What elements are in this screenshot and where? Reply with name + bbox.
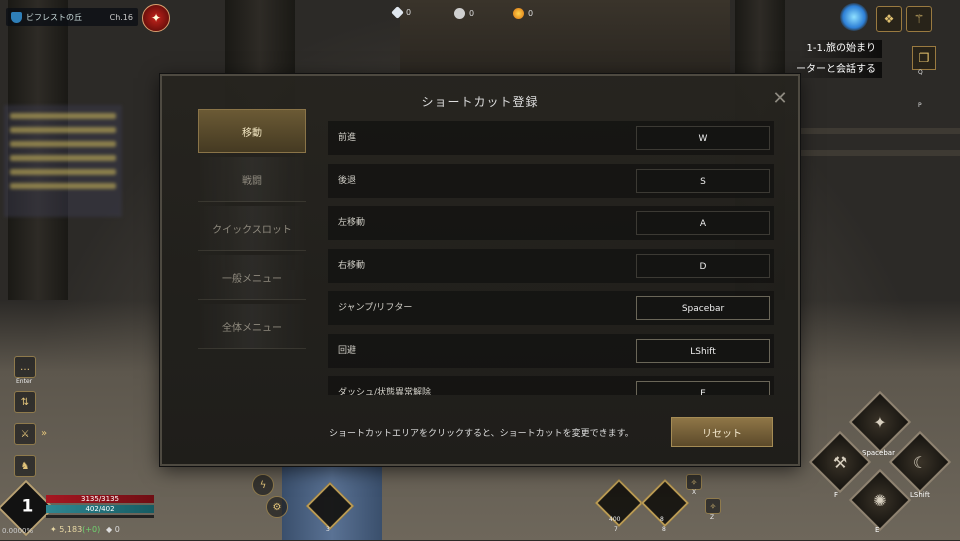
chat-bubble-icon[interactable]: … (14, 356, 36, 378)
side-key-label: Q (918, 69, 923, 76)
binding-row: 後退 S (328, 163, 774, 198)
action-label: ダッシュ/状態異常解除 (338, 388, 432, 395)
shortcut-key-field[interactable]: E (636, 381, 770, 395)
fence (800, 150, 960, 156)
lightning-icon[interactable]: ϟ (252, 474, 274, 496)
category-tabs: 移動 戦闘 クイックスロット 一般メニュー 全体メニュー (198, 109, 306, 353)
quest-log-icon[interactable]: ❐ (912, 46, 936, 70)
small-skill-icon[interactable]: ✧ (705, 498, 721, 514)
currency-value: 0 (528, 9, 534, 18)
silver-icon (454, 8, 465, 19)
fence (800, 128, 960, 134)
slot-key-label: 7 (614, 526, 618, 533)
shortcut-key-field[interactable]: D (636, 253, 770, 278)
slot-key-label: X (692, 489, 697, 496)
currency-value: 0 (469, 9, 475, 18)
skill-key-label: F (834, 491, 839, 499)
quest-title: 1-1.旅の始まり (800, 40, 882, 58)
exp-bar (46, 515, 154, 518)
binding-row: ジャンプ/リフター Spacebar (328, 291, 774, 325)
orb-icon[interactable] (840, 3, 868, 31)
action-label: 前進 (338, 133, 357, 143)
gold-delta: (+0) (82, 525, 101, 534)
slot-count-label: 400 (609, 516, 621, 523)
binding-row: 前進 W (328, 121, 774, 155)
mount-icon[interactable]: ♞ (14, 455, 36, 477)
shield-icon (11, 11, 22, 23)
shortcut-key-field[interactable]: S (636, 168, 770, 193)
shortcut-key-field[interactable]: W (636, 126, 770, 150)
binding-row: 回避 LShift (328, 333, 774, 368)
action-label: 回避 (338, 345, 357, 356)
beast-icon[interactable]: ❖ (876, 6, 902, 32)
currency-silver: 0 (454, 8, 474, 19)
action-label: 右移動 (338, 260, 366, 271)
exp-percent: 0.0000% (2, 527, 34, 535)
shortcut-key-field[interactable]: LShift (636, 338, 770, 363)
binding-row: 左移動 A (328, 206, 774, 240)
staff-icon[interactable]: ⚚ (906, 6, 932, 32)
skill-key-label: E (875, 526, 880, 534)
currency-diamond: 0 (391, 6, 412, 19)
gear-icon[interactable]: ⚙ (266, 496, 288, 518)
side-key-label: P (918, 102, 922, 109)
location-name: ビフレストの丘 (26, 12, 82, 22)
shortcut-key-field[interactable]: Spacebar (636, 296, 770, 320)
gold-amount: ✦ 5,183(+0) (50, 525, 101, 534)
mp-bar: 402/402 (46, 505, 154, 513)
quest-objective: ーターと会話する (790, 62, 882, 78)
action-label: 後退 (338, 175, 357, 186)
location-bar[interactable]: ビフレストの丘 Ch.16 (6, 8, 138, 26)
gem-amount: ◆ 0 (106, 525, 120, 534)
shortcut-settings-dialog: ショートカット登録 ✕ 移動 戦闘 クイックスロット 一般メニュー 全体メニュー… (160, 74, 800, 466)
tab-all-menu[interactable]: 全体メニュー (198, 304, 306, 349)
reset-button[interactable]: リセット (671, 417, 773, 447)
binding-list[interactable]: 前進 W 後退 S 左移動 A 右移動 D ジャンプ/リフター Spacebar… (328, 121, 774, 395)
slot-key-label: Z (710, 514, 715, 521)
shortcut-key-field[interactable]: A (636, 211, 770, 235)
emblem-icon[interactable]: ✦ (142, 4, 170, 32)
double-chevron-icon[interactable]: » (34, 423, 54, 443)
gold-value: 5,183 (59, 525, 83, 534)
action-label: 左移動 (338, 218, 366, 228)
tab-general-menu[interactable]: 一般メニュー (198, 255, 306, 300)
tab-combat[interactable]: 戦闘 (198, 157, 306, 202)
slot-key-label: 8 (662, 526, 666, 533)
scythe-icon: ☾ (912, 452, 928, 472)
axe-icon: ⚒ (832, 452, 848, 472)
chat-window[interactable] (4, 105, 122, 217)
tab-quick-slot[interactable]: クイックスロット (198, 206, 306, 251)
small-skill-icon[interactable]: ✧ (686, 474, 702, 490)
eagle-icon: ✦ (873, 412, 887, 432)
binding-row: 右移動 D (328, 248, 774, 283)
gem-value: 0 (114, 525, 120, 534)
close-icon[interactable]: ✕ (772, 90, 788, 108)
slot-key-label: 3 (326, 526, 330, 533)
arrows-icon[interactable]: ⇅ (14, 391, 36, 413)
binding-row: ダッシュ/状態異常解除 E (328, 376, 774, 395)
background-building (400, 0, 730, 77)
chapter-label: Ch.16 (109, 12, 133, 22)
action-label: ジャンプ/リフター (338, 303, 413, 313)
dash-icon: ✺ (873, 490, 887, 510)
diamond-icon (391, 6, 404, 19)
slot-count-label: 8 (660, 516, 664, 523)
sword-icon[interactable]: ⚔ (14, 423, 36, 445)
tab-movement[interactable]: 移動 (198, 109, 306, 153)
hp-bar: 3135/3135 (46, 495, 154, 503)
skill-key-label: LShift (910, 491, 930, 499)
enter-key-label: Enter (16, 378, 33, 385)
hint-text: ショートカットエリアをクリックすると、ショートカットを変更できます。 (329, 429, 634, 439)
currency-flame: 0 (513, 8, 533, 19)
dialog-title: ショートカット登録 (421, 95, 539, 109)
currency-value: 0 (406, 8, 412, 17)
flame-icon (513, 8, 524, 19)
skill-key-label: Spacebar (862, 449, 895, 457)
